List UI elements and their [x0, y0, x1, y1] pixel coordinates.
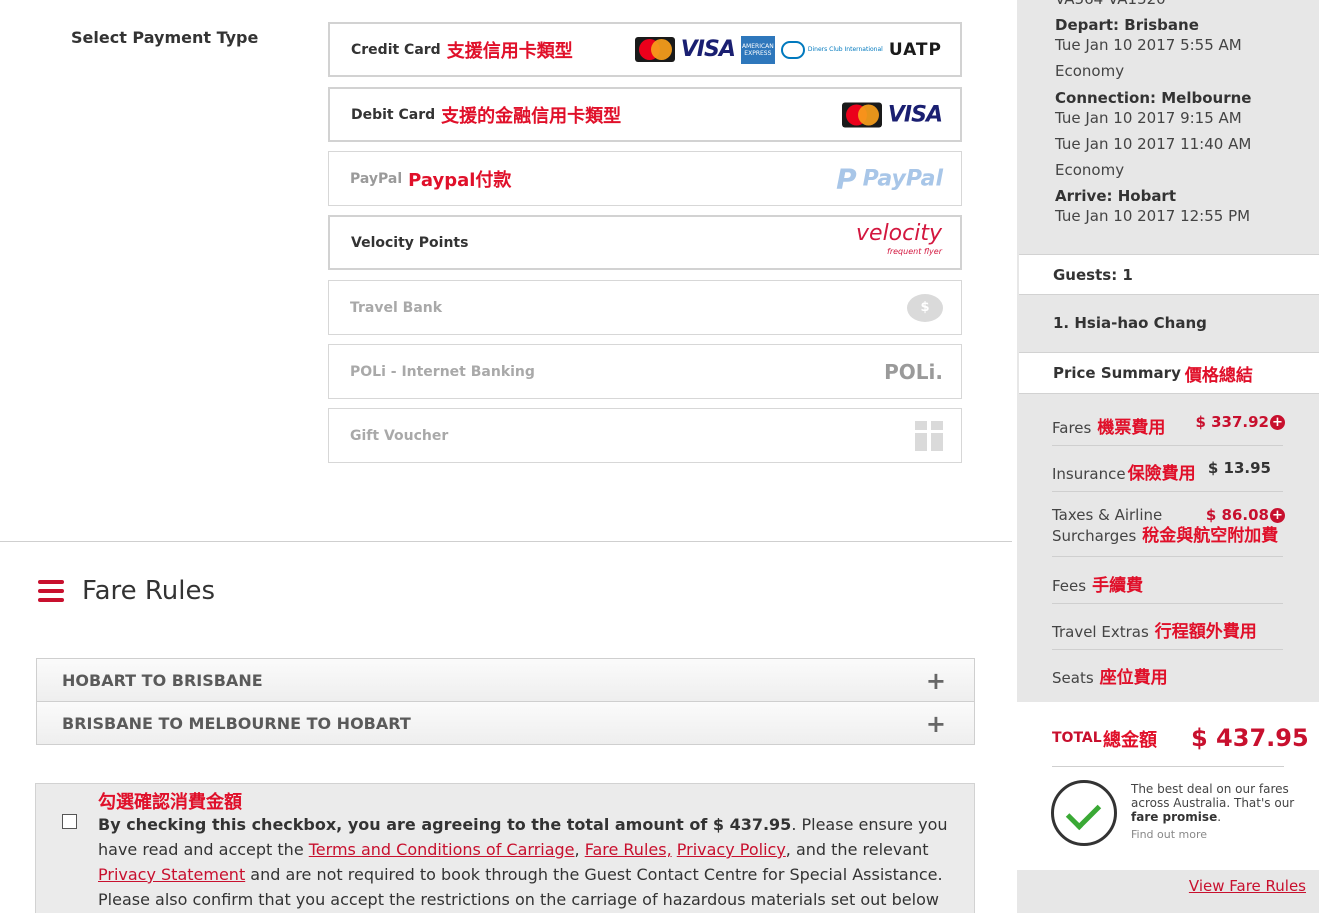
plus-icon[interactable]: +	[926, 667, 946, 695]
flight-codes: VA564 VA1520	[1055, 0, 1166, 8]
annotation-note: 支援信用卡類型	[446, 40, 573, 62]
price-row-travel-extras: Travel Extras 行程額外費用	[1052, 617, 1283, 650]
annotation-note: 支援的金融信用卡類型	[441, 105, 622, 127]
payment-option-paypal[interactable]: PayPal Paypal付款 P PayPal	[328, 151, 962, 206]
poli-icon: POLi.	[884, 359, 943, 384]
total-amount: $ 437.95	[1191, 724, 1309, 752]
fare-promise-check-icon	[1051, 780, 1117, 846]
card-logos: VISA AMERICAN EXPRESS Diners Club Intern…	[634, 35, 942, 64]
total-label: TOTAL	[1052, 730, 1102, 746]
velocity-logo: velocity frequent flyer	[856, 220, 942, 261]
piggy-bank-icon: $	[907, 293, 943, 322]
agreement-text: By checking this checkbox, you are agree…	[98, 815, 948, 909]
fare-rule-accordion-hobart-brisbane[interactable]: HOBART TO BRISBANE +	[36, 658, 975, 702]
fare-rule-accordion-brisbane-melbourne-hobart[interactable]: BRISBANE TO MELBOURNE TO HOBART +	[36, 701, 975, 745]
agreement-box: 勾選確認消費金額 By checking this checkbox, you …	[35, 783, 975, 913]
fare-promise-text: The best deal on our fares across Austra…	[1131, 782, 1301, 842]
diners-icon: Diners Club International	[780, 40, 883, 59]
mastercard-icon	[841, 102, 882, 127]
price-row-taxes: Taxes & Airline Surcharges 稅金與航空附加費 $ 86.…	[1052, 505, 1285, 557]
terms-link[interactable]: Terms and Conditions of Carriage	[309, 840, 575, 859]
payment-option-debit-card[interactable]: Debit Card 支援的金融信用卡類型 VISA	[328, 87, 962, 142]
depart-time: Tue Jan 10 2017 5:55 AM	[1055, 36, 1242, 54]
price-row-fees: Fees 手續費	[1052, 571, 1283, 604]
payment-heading: Select Payment Type	[71, 28, 259, 47]
connection-departure: Tue Jan 10 2017 11:40 AM	[1055, 135, 1252, 153]
total-box: TOTAL 總金額 $ 437.95 The best deal on our …	[1017, 702, 1319, 870]
annotation-note: 總金額	[1103, 730, 1157, 751]
section-divider	[0, 541, 1012, 542]
velocity-icon: velocity frequent flyer	[856, 220, 942, 256]
payment-option-label: Credit Card	[351, 41, 441, 58]
annotation-note: Paypal付款	[408, 169, 512, 191]
payment-option-velocity[interactable]: Velocity Points velocity frequent flyer	[328, 215, 962, 270]
expand-plus-icon[interactable]: +	[1270, 508, 1285, 523]
price-row-insurance: Insurance 保險費用 $ 13.95	[1052, 459, 1283, 492]
price-row-seats: Seats 座位費用	[1052, 668, 1168, 688]
payment-option-gift-voucher: Gift Voucher	[328, 408, 962, 463]
visa-icon: VISA	[887, 102, 943, 127]
booking-summary-sidebar: VA564 VA1520 Depart: Brisbane Tue Jan 10…	[1017, 0, 1319, 913]
annotation-note: 勾選確認消費金額	[98, 792, 242, 813]
amex-icon: AMERICAN EXPRESS	[740, 35, 775, 64]
paypal-logo: P PayPal	[836, 162, 943, 195]
plus-icon[interactable]: +	[926, 710, 946, 738]
card-logos: VISA	[841, 102, 943, 127]
price-summary-header: Price Summary 價格總結	[1019, 352, 1319, 394]
payment-option-label: POLi - Internet Banking	[350, 363, 535, 380]
fare-rules-link[interactable]: Fare Rules,	[585, 840, 672, 859]
payment-option-travel-bank: Travel Bank $	[328, 280, 962, 335]
payment-option-poli: POLi - Internet Banking POLi.	[328, 344, 962, 399]
fare-rules-title: Fare Rules	[82, 576, 216, 606]
privacy-statement-link[interactable]: Privacy Statement	[98, 865, 245, 884]
fare-rules-header: Fare Rules	[38, 576, 215, 606]
guests-header: Guests: 1	[1019, 254, 1319, 295]
paypal-icon: P	[836, 162, 857, 195]
payment-option-label: Velocity Points	[351, 234, 469, 251]
expand-plus-icon[interactable]: +	[1270, 415, 1285, 430]
visa-icon: VISA	[680, 37, 736, 62]
annotation-note: 價格總結	[1184, 365, 1253, 386]
mastercard-icon	[634, 37, 675, 62]
connection-arrival: Tue Jan 10 2017 9:15 AM	[1055, 109, 1242, 127]
arrive-label: Arrive: Hobart	[1055, 187, 1177, 205]
gift-icon	[915, 420, 943, 451]
connection-class: Economy	[1055, 161, 1125, 179]
uatp-icon: UATP	[888, 39, 942, 60]
depart-label: Depart: Brisbane	[1055, 16, 1199, 34]
payment-option-label: PayPal	[350, 170, 403, 187]
payment-option-label: Travel Bank	[350, 299, 443, 316]
find-out-more-link[interactable]: Find out more	[1131, 828, 1301, 842]
depart-class: Economy	[1055, 62, 1125, 80]
payment-option-credit-card[interactable]: Credit Card 支援信用卡類型 VISA AMERICAN EXPRES…	[328, 22, 962, 77]
price-row-fares: Fares 機票費用 $ 337.92 +	[1052, 413, 1285, 446]
agree-checkbox[interactable]	[62, 814, 77, 829]
guest-name: 1. Hsia-hao Chang	[1053, 314, 1207, 332]
privacy-policy-link[interactable]: Privacy Policy	[677, 840, 786, 859]
main-content: Select Payment Type Credit Card 支援信用卡類型 …	[0, 0, 1012, 913]
connection-label: Connection: Melbourne	[1055, 89, 1252, 107]
view-fare-rules-link[interactable]: View Fare Rules	[1189, 877, 1306, 895]
payment-option-label: Debit Card	[351, 106, 436, 123]
menu-icon	[38, 580, 64, 602]
payment-option-label: Gift Voucher	[350, 427, 449, 444]
arrive-time: Tue Jan 10 2017 12:55 PM	[1055, 207, 1251, 225]
